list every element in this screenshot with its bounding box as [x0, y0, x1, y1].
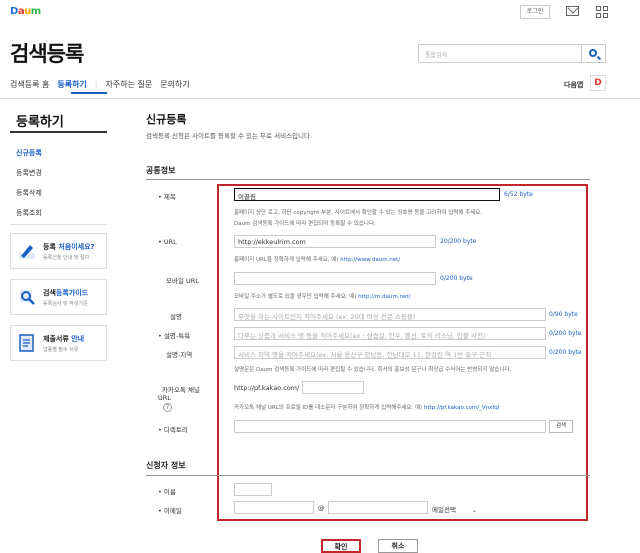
desc-label: 설명	[170, 313, 182, 321]
nav-inquiry[interactable]: 문의하기	[160, 79, 189, 90]
mobile-url-label: 모바일 URL	[166, 277, 199, 285]
pen-icon	[19, 245, 35, 259]
nav-separator: |	[94, 80, 98, 89]
search-icon	[589, 49, 597, 57]
main-nav: 검색등록 홈 등록하기 | 자주하는 질문 문의하기	[10, 79, 190, 90]
desc-feature-label: • 설명-특욕	[158, 332, 191, 340]
title-counter: 6/52 byte	[504, 191, 533, 198]
search-button[interactable]	[582, 44, 606, 63]
email-id-input[interactable]	[234, 501, 314, 514]
promo-title: 제출서류 안내	[43, 335, 85, 343]
promo-first-time[interactable]: 등록 처음이세요? 등록신청 안내 및 절차	[10, 233, 107, 269]
email-at: @	[318, 504, 325, 512]
nav-home[interactable]: 검색등록 홈	[10, 79, 49, 90]
magnifier-icon	[20, 290, 35, 305]
mobile-url-counter: 0/200 byte	[440, 275, 473, 282]
cancel-button[interactable]: 취소	[378, 539, 418, 553]
mobile-url-help: 모바일 주소가 별도로 있을 경우만 입력해 주세요. 예) http://m.…	[234, 294, 411, 300]
name-input[interactable]	[234, 483, 272, 496]
title-help-2: Daum 검색등록 가이드에 따라 편집되어 등록될 수 있습니다.	[234, 221, 376, 227]
email-select-label: 메일선택	[432, 506, 456, 514]
mail-icon[interactable]	[566, 6, 579, 16]
daum-logo[interactable]: Daum	[10, 6, 41, 17]
chevron-down-icon: ⌄	[472, 507, 478, 514]
section-applicant-title: 신청자 정보	[146, 461, 186, 470]
sidebar-divider	[10, 224, 107, 225]
promo-subtitle: 업종별 필수 서류	[43, 347, 79, 353]
section-applicant-line	[146, 475, 590, 476]
search-input[interactable]: 통합검색	[418, 44, 582, 63]
title-label: • 제목	[158, 193, 176, 201]
desc-region-label: 설명-지역	[166, 351, 193, 359]
sidebar-title-underline	[10, 131, 107, 133]
promo-subtitle: 등록신청 안내 및 절차	[43, 255, 90, 261]
url-label: • URL	[158, 238, 177, 246]
directory-search-button[interactable]: 검색	[549, 420, 573, 433]
sidebar-item-delete[interactable]: 등록삭제	[16, 188, 42, 198]
help-icon[interactable]: ?	[163, 403, 172, 412]
title-help-1: 홈페이지 상단 로고, 하단 copyright 부분, 사이트에서 확인할 수…	[234, 210, 483, 216]
sidebar-item-change[interactable]: 등록변경	[16, 168, 42, 178]
promo-title: 등록 처음이세요?	[43, 243, 95, 251]
desc-feature-input[interactable]: 다루는 상품과 서비스 명 등을 적어주세요(ex : 섬겹살, 한우, 펜션,…	[234, 327, 546, 340]
sidebar-item-new[interactable]: 신규등록	[16, 148, 42, 158]
desc-feature-counter: 0/200 byte	[549, 330, 582, 337]
directory-input[interactable]	[234, 420, 546, 433]
sidebar-item-lookup[interactable]: 등록조회	[16, 208, 42, 218]
content-title: 신규등록	[146, 113, 187, 126]
desc-counter: 0/90 byte	[549, 311, 578, 318]
header-divider	[0, 98, 640, 99]
name-label: • 이름	[158, 488, 176, 496]
kakao-help: 카카오톡 채널 URL의 프로필 ID를 대소문자 구분하여 정확하게 입력해주…	[234, 405, 500, 411]
email-domain-input[interactable]	[328, 501, 428, 514]
document-icon	[19, 334, 34, 352]
title-input[interactable]: 이끌림	[234, 188, 500, 201]
daum-app-label[interactable]: 다음앱	[564, 80, 583, 90]
login-button[interactable]: 로그인	[520, 5, 550, 19]
desc-region-counter: 0/200 byte	[549, 349, 582, 356]
url-counter: 20/200 byte	[440, 238, 477, 245]
desc-region-input[interactable]: 서비스 지역 명을 적어주세요(ex: 서울 용산구 한남동, 한남대로 11,…	[234, 346, 546, 359]
nav-register[interactable]: 등록하기	[57, 79, 86, 90]
section-common-line	[146, 179, 590, 180]
directory-label: • 디렉토리	[158, 426, 188, 434]
page-title: 검색등록	[10, 42, 84, 66]
kakao-prefix: http://pf.kakao.com/	[234, 384, 300, 392]
url-input[interactable]: http://ekkeulrim.com	[234, 235, 436, 248]
desc-input[interactable]: 무엇을 하는 사이트인지 적어주세요 (ex: 20대 여성 전문 쇼핑몰)	[234, 308, 546, 321]
nav-active-underline	[71, 92, 107, 94]
kakao-label-url: URL	[158, 394, 171, 402]
mobile-url-input[interactable]	[234, 272, 436, 285]
content-description: 검색등록 신청은 사이트를 등록할 수 있는 무료 서비스입니다.	[146, 132, 313, 140]
desc-region-help: 설명문은 Daum 검색등록 가이드에 따라 편집될 수 있습니다. 회사의 홍…	[234, 367, 512, 373]
confirm-button[interactable]: 확인	[321, 539, 361, 553]
nav-faq[interactable]: 자주하는 질문	[106, 79, 153, 90]
promo-subtitle: 등록심사 및 작성기준	[43, 301, 88, 307]
daum-app-icon[interactable]: D	[590, 75, 606, 91]
url-help: 홈페이지 URL을 정확하게 입력해 주세요. 예) http://www.da…	[234, 257, 401, 263]
section-common-title: 공통정보	[146, 166, 176, 175]
email-domain-select[interactable]: 메일선택 ⌄	[432, 504, 477, 514]
grid-icon[interactable]	[596, 6, 608, 18]
promo-guide[interactable]: 검색등록가이드 등록심사 및 작성기준	[10, 279, 107, 315]
email-label: • 이메일	[158, 507, 182, 515]
promo-title: 검색등록가이드	[43, 289, 89, 297]
sidebar-title: 등록하기	[16, 115, 64, 130]
promo-documents[interactable]: 제출서류 안내 업종별 필수 서류	[10, 325, 107, 361]
kakao-label: 카카오톡 채널	[162, 386, 200, 394]
kakao-input[interactable]	[302, 381, 364, 394]
